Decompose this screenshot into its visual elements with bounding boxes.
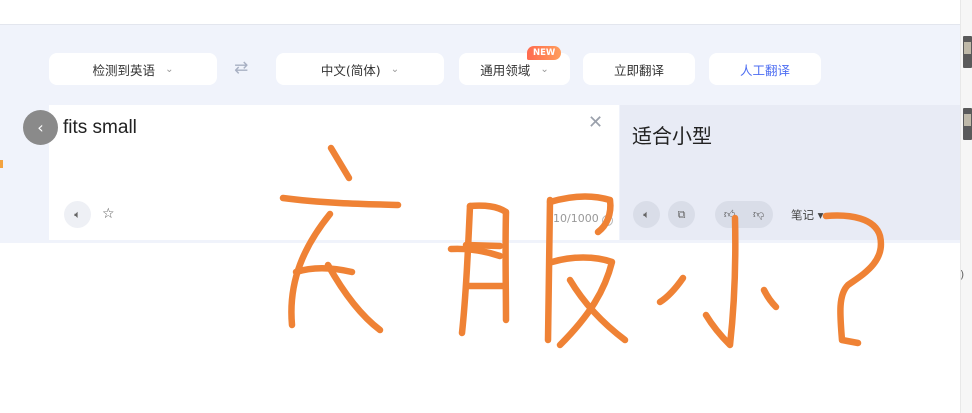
char-counter: 10/1000 i [553,212,613,226]
translate-now-label: 立即翻译 [613,62,664,78]
translate-now-button[interactable]: 立即翻译 [583,53,695,85]
domain-label: 通用领域 [480,62,531,78]
info-icon[interactable]: i [601,215,613,226]
source-language-label: 检测到英语 [92,62,156,78]
new-badge: NEW [527,46,562,60]
edge-glyph-icon: ) [960,268,965,281]
feedback-group: 👍︎ 👎︎ [715,201,773,228]
side-thumbnail[interactable] [963,108,972,140]
human-translate-label: 人工翻译 [739,62,790,78]
char-counter-text: 10/1000 [553,212,599,225]
top-bar [0,0,960,25]
clear-icon[interactable]: ✕ [588,114,603,132]
speaker-icon[interactable]: 🔈︎ [633,201,660,228]
chevron-down-icon: ⌄ [165,63,174,75]
copy-icon[interactable]: ⧉ [668,201,695,228]
speaker-icon[interactable]: 🔈︎ [64,201,91,228]
chevron-down-icon: ⌄ [540,63,549,75]
target-language-select[interactable]: 中文(简体) ⌄ [276,53,444,85]
back-arrow-icon[interactable]: ‹ [23,110,58,145]
thumbs-down-icon[interactable]: 👎︎ [753,208,764,221]
source-text[interactable]: fits small [63,117,137,139]
target-language-label: 中文(简体) [320,62,381,78]
notes-dropdown[interactable]: 笔记 ▾ [791,207,823,223]
translation-text: 适合小型 [632,124,712,148]
thumbs-up-icon[interactable]: 👍︎ [724,208,736,221]
notes-label: 笔记 [791,208,814,222]
favorite-star-icon[interactable]: ☆ [102,206,115,222]
side-thumbnail[interactable] [963,36,972,68]
human-translate-button[interactable]: 人工翻译 [709,53,821,85]
left-edge-mark [0,160,3,168]
chevron-down-icon: ⌄ [390,63,400,75]
source-language-select[interactable]: 检测到英语 ⌄ [49,53,217,85]
swap-languages-icon[interactable]: ⇄ [234,58,248,78]
